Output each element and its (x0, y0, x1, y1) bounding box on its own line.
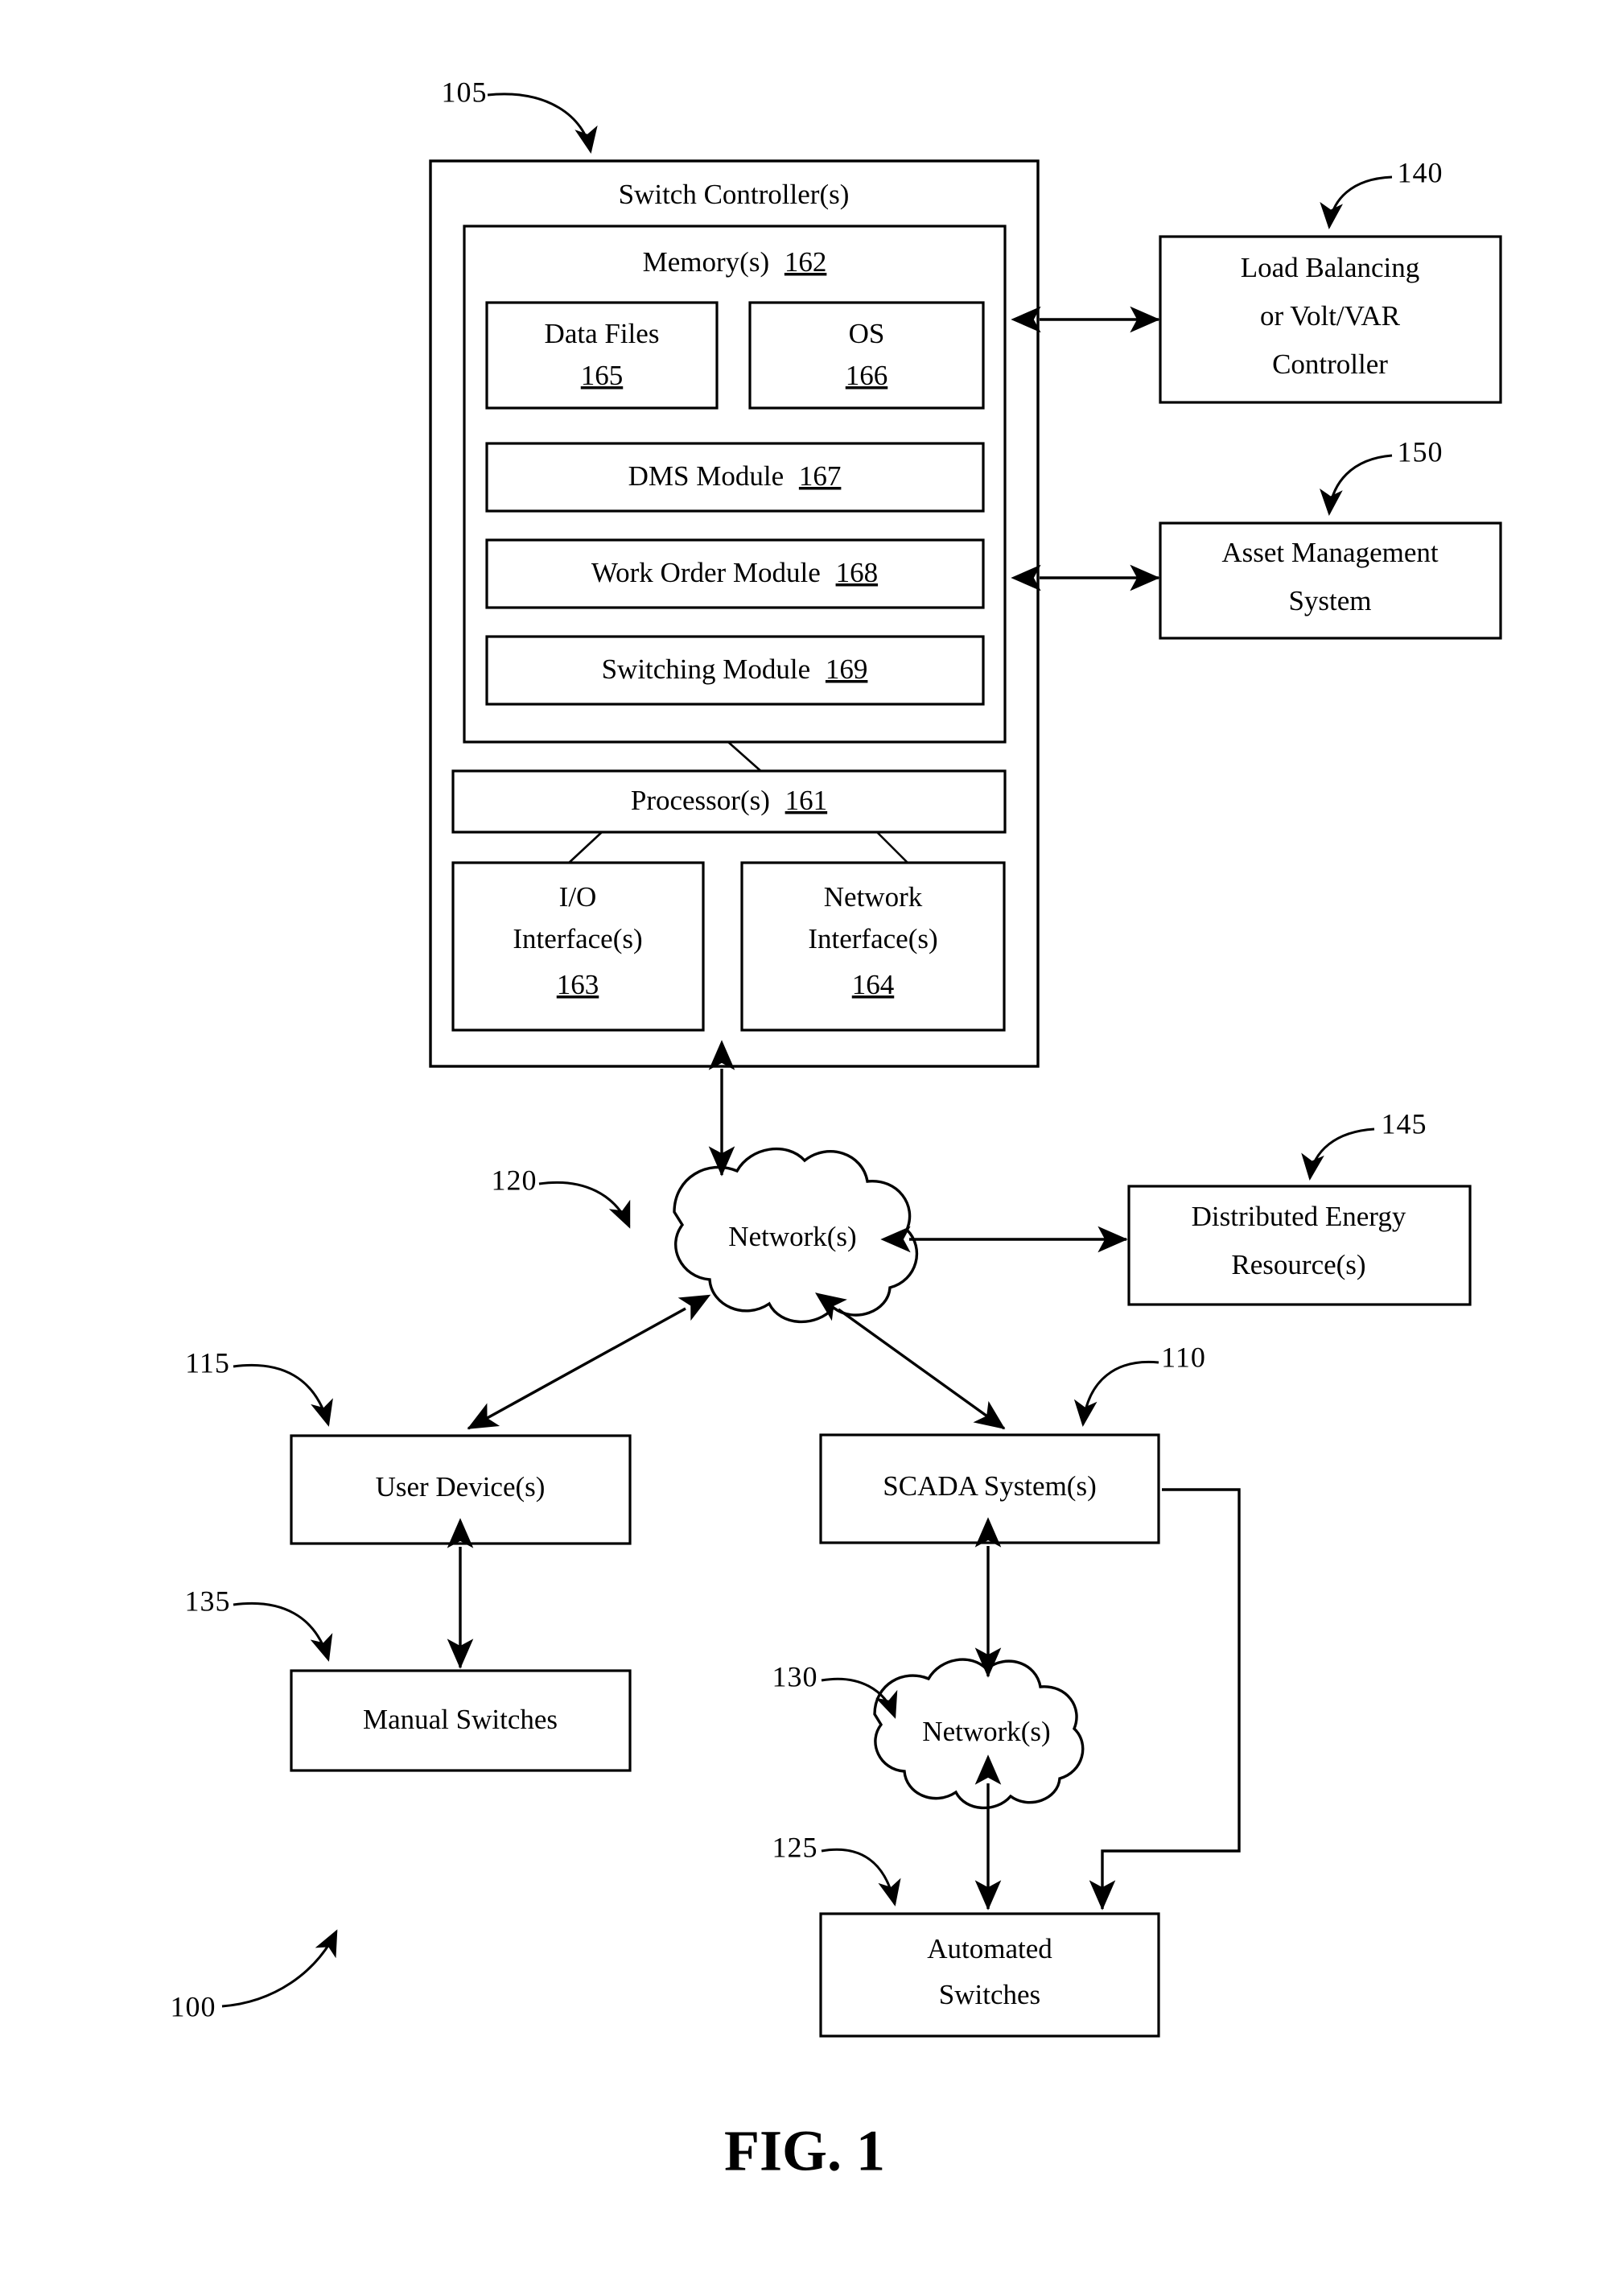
ref-140: 140 (1398, 156, 1443, 188)
io-interface-label-line2: Interface(s) (513, 923, 642, 954)
ref-135: 135 (185, 1585, 231, 1617)
processor-network-connector (876, 831, 910, 865)
ref-100-leader (221, 1929, 338, 2008)
load-balancing-label-line1: Load Balancing (1241, 252, 1420, 283)
switching-module-label: Switching Module 169 (602, 653, 868, 685)
distributed-energy-label-line1: Distributed Energy (1192, 1201, 1406, 1232)
switch-controller-title: Switch Controller(s) (619, 179, 850, 210)
processor-label: Processor(s) 161 (631, 785, 827, 816)
data-files-label: Data Files (545, 318, 660, 349)
dms-module-label: DMS Module 167 (628, 460, 842, 492)
distributed-energy-label-line2: Resource(s) (1231, 1249, 1365, 1280)
ref-100: 100 (171, 1990, 216, 2022)
os-label: OS (849, 318, 885, 349)
figure-title: FIG. 1 (724, 2119, 885, 2183)
memory-processor-connector (727, 741, 765, 775)
asset-management-label-line1: Asset Management (1221, 537, 1439, 568)
ref-110-leader (1073, 1360, 1159, 1427)
ref-120-leader (538, 1181, 631, 1229)
network-interface-label-line1: Network (824, 881, 923, 913)
network-scada-arrow (815, 1292, 1006, 1430)
ref-120: 120 (492, 1164, 537, 1196)
ref-130: 130 (772, 1660, 818, 1692)
automated-switches-box[interactable] (819, 1912, 1160, 2038)
data-files-ref: 165 (581, 360, 624, 391)
asset-management-label-line2: System (1288, 585, 1371, 616)
ref-140-leader (1320, 175, 1393, 229)
ref-145: 145 (1382, 1107, 1427, 1140)
work-order-module-label: Work Order Module 168 (591, 557, 878, 588)
load-balancing-label-line2: or Volt/VAR (1260, 300, 1401, 332)
ref-110: 110 (1161, 1341, 1206, 1373)
ref-125-leader (821, 1848, 901, 1906)
ref-115-leader (233, 1363, 333, 1427)
processor-io-connector (566, 831, 603, 865)
ref-105-leader (487, 93, 598, 154)
ref-135-leader (233, 1601, 333, 1662)
figure-1-diagram: Switch Controller(s) Memory(s) 162 Data … (171, 76, 1502, 2183)
ref-150-leader (1320, 454, 1393, 516)
load-balancing-label-line3: Controller (1272, 348, 1388, 380)
scada-label: SCADA System(s) (883, 1470, 1096, 1502)
ref-125: 125 (772, 1831, 818, 1863)
io-interface-label-line1: I/O (559, 881, 597, 913)
io-interface-ref: 163 (557, 969, 599, 1000)
ref-105: 105 (442, 76, 488, 108)
network-user-device-arrow (467, 1294, 711, 1430)
memory-title: Memory(s) 162 (643, 246, 827, 278)
os-ref: 166 (846, 360, 888, 391)
network-interface-label-line2: Interface(s) (808, 923, 937, 954)
manual-switches-label: Manual Switches (363, 1704, 558, 1735)
network-top-label: Network(s) (728, 1221, 856, 1252)
network-interface-ref: 164 (852, 969, 895, 1000)
ref-145-leader (1301, 1127, 1375, 1181)
automated-switches-label-line2: Switches (939, 1979, 1040, 2010)
user-device-label: User Device(s) (376, 1471, 546, 1502)
patent-figure: Switch Controller(s) Memory(s) 162 Data … (0, 0, 1602, 2296)
automated-switches-scada-feedback (1089, 1488, 1241, 1911)
automated-switches-label-line1: Automated (927, 1933, 1052, 1964)
ref-150: 150 (1398, 435, 1443, 468)
ref-115: 115 (185, 1346, 230, 1379)
network-bottom-label: Network(s) (922, 1716, 1050, 1747)
